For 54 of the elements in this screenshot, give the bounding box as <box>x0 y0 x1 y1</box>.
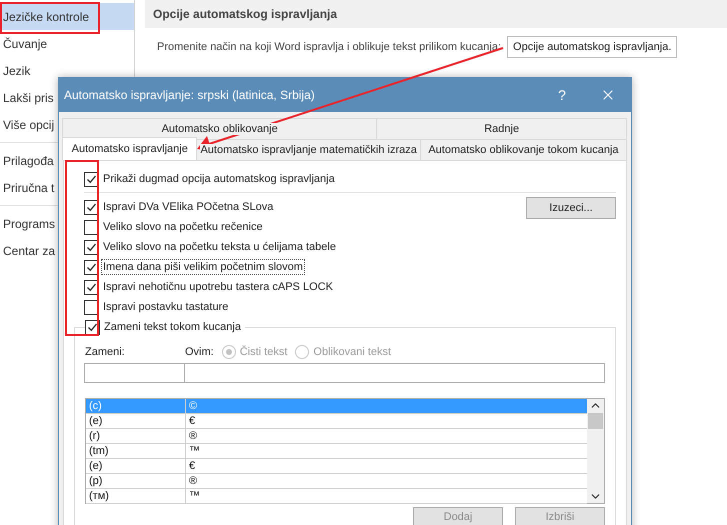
table-cell-text: © <box>188 399 198 413</box>
table-cell: (tm) <box>86 444 186 458</box>
scrollbar[interactable] <box>587 399 604 503</box>
table-cell-text: ® <box>188 429 198 443</box>
replace-field[interactable] <box>84 363 185 383</box>
checkmark-icon <box>86 174 97 184</box>
section-title: Opcije automatskog ispravljanja <box>145 0 727 28</box>
field-label: Zameni: <box>85 346 126 358</box>
checkmark-icon <box>87 322 98 332</box>
checkbox-label: Prikaži dugmad opcija automatskog ispravljanja <box>102 172 336 187</box>
sidebar-item[interactable]: Čuvanje <box>0 30 134 57</box>
table-cell-text: ® <box>188 474 198 488</box>
checkmark-icon <box>86 202 97 212</box>
table-cell: (r) <box>86 429 186 443</box>
checkmark-icon <box>86 262 97 272</box>
checkmark-icon <box>86 282 97 292</box>
table-cell-text: € <box>188 414 196 428</box>
help-button[interactable]: ? <box>539 78 585 112</box>
table-cell: (р) <box>86 474 186 488</box>
autocorrect-options-button[interactable]: Opcije automatskog ispravljanja. <box>507 36 678 58</box>
table-cell: (e) <box>86 414 186 428</box>
table-cell: (тм) <box>86 489 186 503</box>
list-row[interactable]: (r) ® <box>86 429 587 444</box>
exceptions-button[interactable]: Izuzeci... <box>526 197 616 219</box>
table-cell-text: ™ <box>188 444 201 458</box>
checkbox-label: Ispravi postavku tastature <box>102 300 230 315</box>
list-row[interactable]: (e) € <box>86 414 587 429</box>
list-row[interactable]: (тм) ™ <box>86 489 587 504</box>
checkbox-label: Veliko slovo na početku teksta u ćelijama tabele <box>102 240 337 255</box>
with-field[interactable] <box>184 363 605 383</box>
checkmark-icon <box>86 242 97 252</box>
tab[interactable]: Automatsko oblikovanje <box>62 118 378 139</box>
list-row[interactable]: (р) ® <box>86 474 587 489</box>
field-label: Ovim: <box>185 346 214 358</box>
list-row[interactable]: (tm) ™ <box>86 444 587 459</box>
list-row[interactable]: (е) € <box>86 459 587 474</box>
tab[interactable]: Automatsko oblikovanje tokom kucanja <box>420 139 627 160</box>
tab[interactable]: Automatsko ispravljanje <box>62 137 198 160</box>
scrollbar-thumb[interactable] <box>588 413 603 429</box>
sidebar-item[interactable]: Jezičke kontrole <box>0 3 134 30</box>
table-cell-text: ™ <box>188 489 201 503</box>
tab[interactable]: Radnje <box>376 118 627 139</box>
radio-label: Oblikovani tekst <box>313 346 392 358</box>
checkbox-label: Ispravi nehotičnu upotrebu tastera cAPS LOCK <box>102 280 334 295</box>
table-cell: (е) <box>86 459 186 473</box>
dialog-title: Automatsko ispravljanje: srpski (latinica, Srbija) <box>64 88 316 102</box>
description-text: Promenite način na koji Word ispravlja i oblikuje tekst prilikom kucanja: <box>157 41 502 53</box>
table-cell-text: € <box>188 459 196 473</box>
checkbox-label: Zameni tekst tokom kucanja <box>103 320 242 335</box>
radio-label: Čisti tekst <box>240 346 288 358</box>
checkbox-label: Ispravi DVa VElika POčetna SLova <box>102 200 274 215</box>
table-cell: (c) <box>86 399 186 413</box>
checkbox-label: Veliko slovo na početku rečenice <box>102 220 264 235</box>
checkbox-label: Imena dana piši velikim početnim slovom <box>101 259 305 275</box>
